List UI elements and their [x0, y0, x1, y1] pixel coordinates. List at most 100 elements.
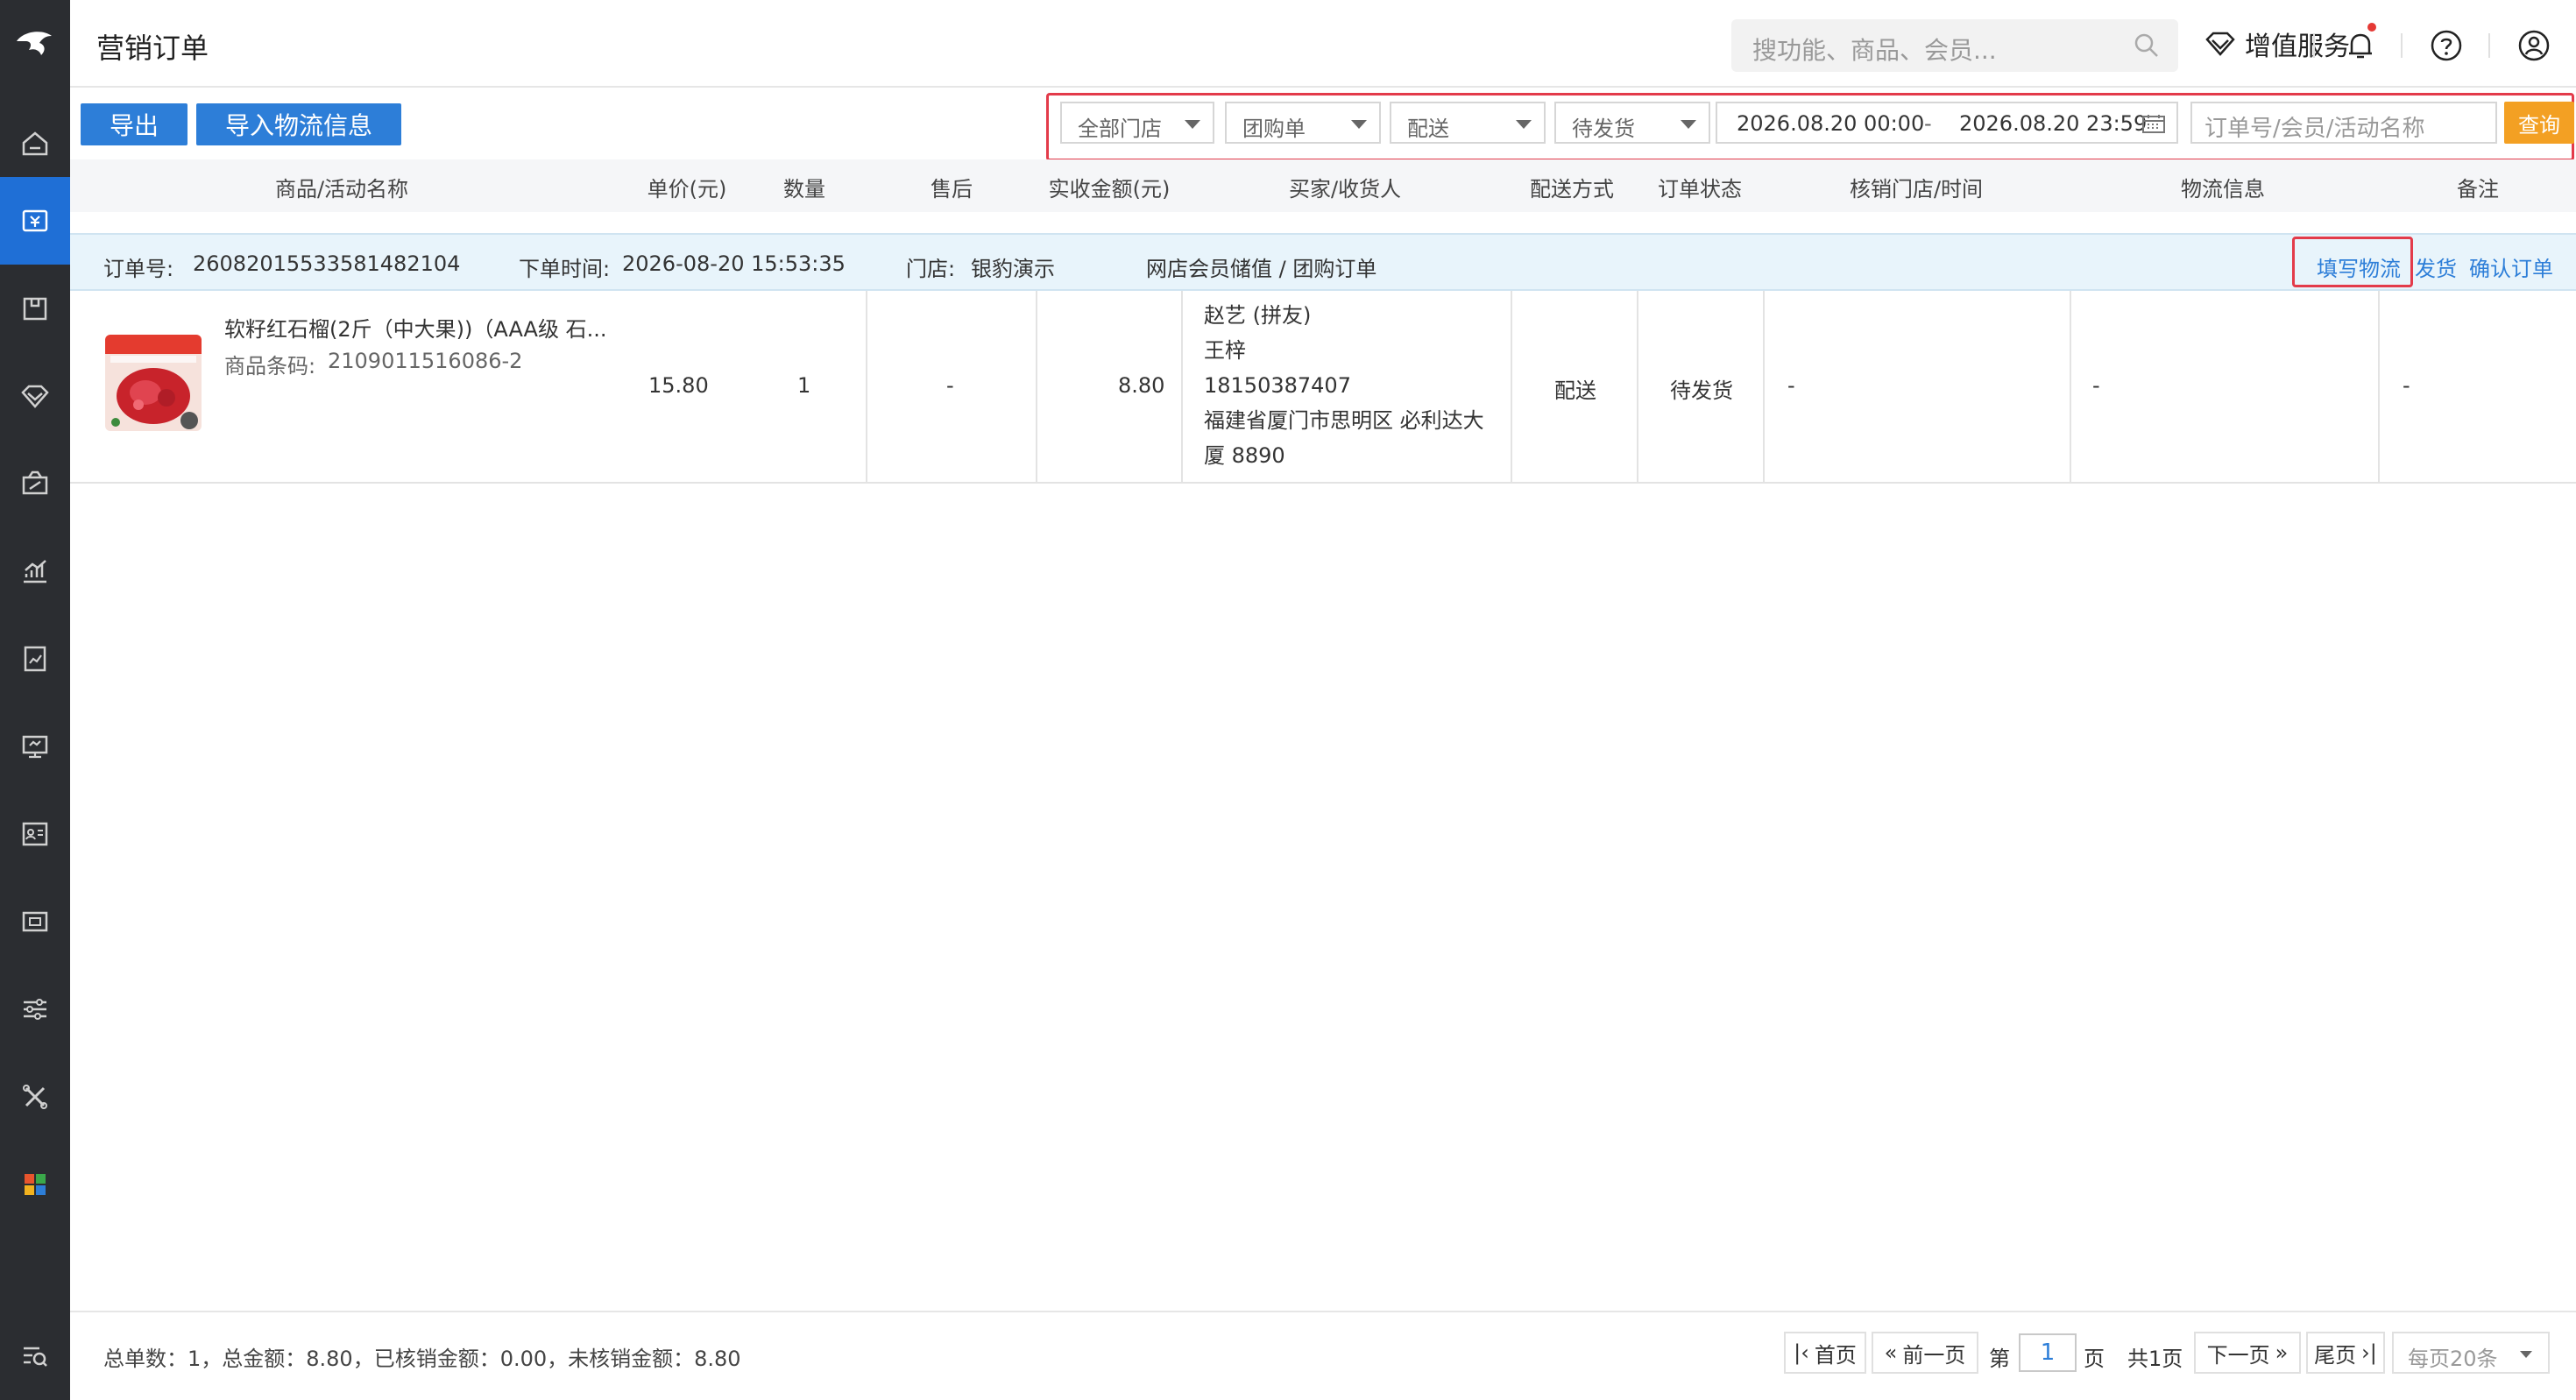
chevron-down-icon: [1351, 120, 1367, 129]
nav-orders[interactable]: [0, 177, 70, 265]
nav-device[interactable]: [0, 878, 70, 965]
order-header-row: 订单号: 26082015533581482104 下单时间: 2026-08-…: [70, 233, 2576, 291]
column-header: 配送方式: [1530, 177, 1614, 202]
product-thumbnail[interactable]: [105, 335, 202, 431]
delivery-select[interactable]: 配送: [1390, 102, 1546, 144]
column-divider: [1511, 291, 1512, 482]
nav-apps[interactable]: [0, 1141, 70, 1228]
sidebar: [0, 0, 70, 1400]
status-select[interactable]: 待发货: [1554, 102, 1710, 144]
last-page-label: 尾页: [2314, 1342, 2357, 1368]
goods-icon: [23, 297, 47, 321]
delivery-method: 配送: [1554, 378, 1596, 403]
column-header: 物流信息: [2181, 177, 2265, 202]
date-end: 2026.08.20 23:59: [1959, 111, 2148, 136]
after-sale: -: [946, 373, 954, 398]
column-header: 单价(元): [647, 177, 727, 202]
barcode-value: 2109011516086-2: [328, 349, 523, 373]
status-select-value: 待发货: [1572, 117, 1635, 141]
help-icon: [2431, 30, 2462, 61]
ship-link[interactable]: 发货: [2415, 251, 2457, 282]
date-range-picker[interactable]: 2026.08.20 00:00 - 2026.08.20 23:59: [1716, 102, 2178, 144]
settings-icon: [24, 999, 46, 1020]
receiver-name: 王梓: [1204, 338, 1246, 363]
page-number-input[interactable]: 1: [2019, 1333, 2077, 1372]
app-logo[interactable]: [0, 0, 70, 86]
page-suffix: 页: [2084, 1347, 2105, 1371]
help-button[interactable]: [2427, 26, 2466, 65]
marketing-icon: [22, 470, 48, 495]
leopard-logo-icon: [17, 32, 52, 55]
order-search-input[interactable]: 订单号/会员/活动名称: [2190, 102, 2497, 144]
home-icon: [22, 131, 48, 156]
nav-finance[interactable]: [0, 703, 70, 790]
notification-button[interactable]: [2341, 23, 2380, 65]
user-account-button[interactable]: [2515, 26, 2553, 65]
column-header: 实收金额(元): [1048, 177, 1171, 202]
per-page-select[interactable]: 每页20条: [2392, 1332, 2550, 1374]
import-logistics-button[interactable]: 导入物流信息: [196, 103, 401, 145]
column-divider: [1036, 291, 1037, 482]
nav-search-menu[interactable]: [0, 1312, 70, 1400]
confirm-order-link[interactable]: 确认订单: [2469, 251, 2553, 282]
per-page-value: 每页20条: [2408, 1347, 2498, 1371]
column-divider: [866, 291, 867, 482]
header-divider: [2313, 33, 2315, 58]
user-icon: [2518, 30, 2550, 61]
column-header: 订单状态: [1658, 177, 1742, 202]
report-icon: [24, 646, 46, 672]
barcode-label: 商品条码:: [224, 354, 316, 378]
nav-report[interactable]: [0, 615, 70, 703]
order-type-select[interactable]: 团购单: [1225, 102, 1381, 144]
search-icon[interactable]: [2133, 32, 2161, 60]
nav-marketing[interactable]: [0, 440, 70, 527]
nav-tools[interactable]: [0, 1053, 70, 1141]
pomegranate-image: [105, 335, 202, 431]
global-search-input[interactable]: 搜功能、商品、会员...: [1731, 19, 2178, 72]
column-divider: [1181, 291, 1183, 482]
quantity: 1: [797, 373, 811, 398]
device-icon: [22, 911, 48, 932]
last-page-icon: ›|: [2361, 1340, 2377, 1365]
order-item-row: 软籽红石榴(2斤（中大果))（AAA级 石... 商品条码: 210901151…: [70, 291, 2576, 484]
nav-member[interactable]: [0, 352, 70, 440]
query-button[interactable]: 查询: [2504, 102, 2574, 144]
total-pages: 共1页: [2127, 1347, 2183, 1371]
product-name[interactable]: 软籽红石榴(2斤（中大果))（AAA级 石...: [224, 312, 606, 343]
column-header: 备注: [2457, 177, 2499, 202]
chevron-down-icon: [1516, 120, 1532, 129]
column-divider: [1763, 291, 1765, 482]
global-search-placeholder: 搜功能、商品、会员...: [1752, 36, 1997, 65]
nav-staff[interactable]: [0, 790, 70, 878]
column-header: 核销门店/时间: [1849, 177, 1984, 202]
next-page-button[interactable]: 下一页 »: [2194, 1332, 2301, 1374]
order-number-label: 订单号:: [103, 257, 174, 281]
tools-icon: [23, 1085, 47, 1109]
double-chevron-right-icon: »: [2275, 1340, 2289, 1365]
order-search-placeholder: 订单号/会员/活动名称: [2204, 116, 2425, 142]
date-start: 2026.08.20 00:00: [1737, 111, 1925, 136]
order-time: 2026-08-20 15:53:35: [622, 251, 846, 276]
first-page-button[interactable]: |‹ 首页: [1784, 1332, 1866, 1374]
last-page-button[interactable]: 尾页 ›|: [2306, 1332, 2385, 1374]
nav-settings[interactable]: [0, 965, 70, 1053]
store-name: 银豹演示: [971, 257, 1055, 281]
table-header: 商品/活动名称 单价(元) 数量 售后 实收金额(元) 买家/收货人 配送方式 …: [70, 159, 2576, 212]
paid-amount: 8.80: [1118, 373, 1165, 398]
nav-home[interactable]: [0, 100, 70, 187]
logistics-info: -: [2092, 373, 2100, 398]
fill-logistics-highlight-box: [2292, 237, 2413, 287]
order-icon: [22, 209, 48, 232]
remark: -: [2403, 373, 2410, 398]
order-type-select-value: 团购单: [1242, 117, 1306, 141]
nav-goods[interactable]: [0, 265, 70, 352]
calendar-icon: [2142, 115, 2165, 133]
column-header: 买家/收货人: [1288, 177, 1402, 202]
store-select[interactable]: 全部门店: [1060, 102, 1214, 144]
member-icon: [21, 385, 49, 408]
value-added-service-button[interactable]: 增值服务: [2204, 25, 2350, 63]
nav-statistics[interactable]: [0, 527, 70, 615]
prev-page-button[interactable]: « 前一页: [1872, 1332, 1978, 1374]
finance-icon: [22, 735, 48, 759]
export-button[interactable]: 导出: [81, 103, 188, 145]
